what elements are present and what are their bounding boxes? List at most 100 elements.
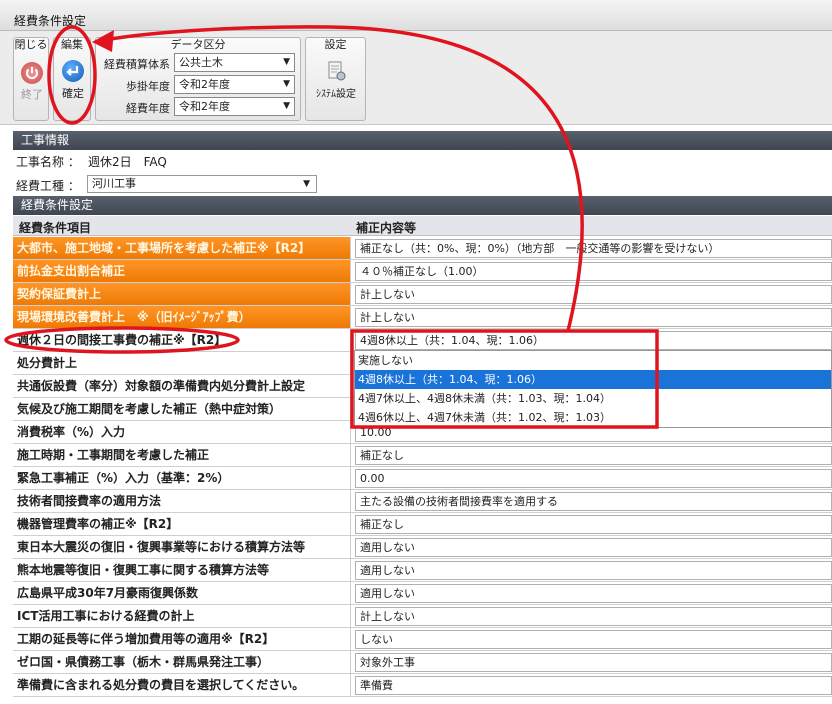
dropdown-option[interactable]: 4週7休以上、4週8休未満（共：1.03、現：1.04） <box>355 389 831 408</box>
condition-label: 技術者間接費率の適用方法 <box>13 490 351 512</box>
condition-value-field[interactable]: 対象外工事 <box>355 653 832 672</box>
expense-year-select[interactable]: 令和2年度 ▼ <box>174 97 295 116</box>
condition-label: 前払金支出割合補正 <box>13 260 351 282</box>
column-item: 経費条件項目 <box>19 221 92 235</box>
condition-label: 広島県平成30年7月豪雨復興係数 <box>13 582 351 604</box>
table-row: 広島県平成30年7月豪雨復興係数 適用しない <box>13 582 832 605</box>
project-info-header: 工事情報 <box>13 131 832 150</box>
condition-label: 緊急工事補正（%）入力（基準：2%） <box>13 467 351 489</box>
condition-value-field[interactable]: 補正なし（共：0%、現：0%）（地方部 一般交通等の影響を受けない） <box>355 239 832 258</box>
dropdown-option[interactable]: 4週6休以上、4週7休未満（共：1.02、現：1.03） <box>355 408 831 427</box>
edit-group: 編集 確定 <box>53 37 91 121</box>
table-row: 機器管理費率の補正※【R2】 補正なし <box>13 513 832 536</box>
condition-label: 準備費に含まれる処分費の費目を選択してください。 <box>13 674 351 696</box>
condition-label: 消費税率（%）入力 <box>13 421 351 443</box>
condition-value-field[interactable]: 主たる設備の技術者間接費率を適用する <box>355 492 832 511</box>
settings-group: 設定 ｼｽﾃﾑ設定 <box>305 37 366 121</box>
condition-label: 東日本大震災の復旧・復興事業等における積算方法等 <box>13 536 351 558</box>
confirm-label: 確定 <box>62 87 84 100</box>
confirm-button[interactable]: 確定 <box>53 60 93 101</box>
table-row: 施工時期・工事期間を考慮した補正 補正なし <box>13 444 832 467</box>
project-name-value: 週休2日 FAQ <box>88 155 167 169</box>
chevron-down-icon: ▼ <box>283 79 290 89</box>
condition-value-field[interactable]: 補正なし <box>355 446 832 465</box>
condition-label: ゼロ国・県債務工事（栃木・群馬県発注工事） <box>13 651 351 673</box>
condition-value-field[interactable]: 適用しない <box>355 538 832 557</box>
dropdown-option[interactable]: 実施しない <box>355 351 831 370</box>
condition-value-field[interactable]: 計上しない <box>355 308 832 327</box>
dropdown-option-selected[interactable]: 4週8休以上（共：1.04、現：1.06） <box>355 370 831 389</box>
condition-value-field[interactable]: 計上しない <box>355 285 832 304</box>
expense-year-value: 令和2年度 <box>179 100 230 113</box>
table-row: 準備費に含まれる処分費の費目を選択してください。 準備費 <box>13 674 832 697</box>
expense-year-label: 経費年度 <box>126 102 170 115</box>
condition-label: 大都市、施工地域・工事場所を考慮した補正※【R2】 <box>13 237 351 259</box>
table-row: ICT活用工事における経費の計上 計上しない <box>13 605 832 628</box>
step-year-value: 令和2年度 <box>179 78 230 91</box>
table-row: 東日本大震災の復旧・復興事業等における積算方法等 適用しない <box>13 536 832 559</box>
chevron-down-icon: ▼ <box>283 57 290 67</box>
table-row: ゼロ国・県債務工事（栃木・群馬県発注工事） 対象外工事 <box>13 651 832 674</box>
data-category-title: データ区分 <box>170 38 226 51</box>
table-row: 週休２日の間接工事費の補正※【R2】 4週8休以上（共：1.04、現：1.06） <box>13 329 832 352</box>
condition-label: 気候及び施工期間を考慮した補正（熱中症対策） <box>13 398 351 420</box>
power-icon <box>21 62 43 84</box>
condition-label: 契約保証費計上 <box>13 283 351 305</box>
exit-label: 終了 <box>21 88 43 101</box>
table-row: 現場環境改善費計上 ※（旧ｲﾒｰｼﾞｱｯﾌﾟ費） 計上しない <box>13 306 832 329</box>
table-row: 技術者間接費率の適用方法 主たる設備の技術者間接費率を適用する <box>13 490 832 513</box>
condition-label: 週休２日の間接工事費の補正※【R2】 <box>13 329 351 351</box>
work-type-value: 河川工事 <box>92 177 136 190</box>
close-group: 閉じる 終了 <box>13 37 49 121</box>
project-name-label: 工事名称 ： <box>16 155 80 169</box>
table-row: 大都市、施工地域・工事場所を考慮した補正※【R2】 補正なし（共：0%、現：0%）… <box>13 237 832 260</box>
data-category-group: データ区分 経費積算体系 公共土木 ▼ 歩掛年度 令和2年度 ▼ 経費年度 令和2年… <box>95 37 301 121</box>
table-row: 契約保証費計上 計上しない <box>13 283 832 306</box>
column-value: 補正内容等 <box>356 221 417 235</box>
settings-group-title: 設定 <box>324 38 347 51</box>
toolbar: 閉じる 終了 編集 確定 データ区分 経費積算体系 公共土木 ▼ 歩掛年度 令和2… <box>0 31 832 125</box>
accounting-system-label: 経費積算体系 <box>104 58 170 71</box>
condition-value-field[interactable]: 0.00 <box>355 469 832 488</box>
condition-value-field[interactable]: 計上しない <box>355 607 832 626</box>
condition-label: 熊本地震等復旧・復興工事に関する積算方法等 <box>13 559 351 581</box>
chevron-down-icon: ▼ <box>303 179 310 189</box>
chevron-down-icon: ▼ <box>283 101 290 111</box>
accounting-system-select[interactable]: 公共土木 ▼ <box>174 53 295 72</box>
exit-button[interactable]: 終了 <box>12 62 52 102</box>
window-title: 経費条件設定 <box>14 14 87 28</box>
condition-label: 共通仮設費（率分）対象額の準備費内処分費計上設定 <box>13 375 351 397</box>
condition-label: ICT活用工事における経費の計上 <box>13 605 351 627</box>
condition-label: 機器管理費率の補正※【R2】 <box>13 513 351 535</box>
condition-label: 工期の延長等に伴う増加費用等の適用※【R2】 <box>13 628 351 650</box>
condition-value-field[interactable]: ４０％補正なし（1.00） <box>355 262 832 281</box>
conditions-table-header: 経費条件項目 補正内容等 <box>13 216 832 236</box>
table-row: 工期の延長等に伴う増加費用等の適用※【R2】 しない <box>13 628 832 651</box>
work-type-label: 経費工種 ： <box>16 179 80 193</box>
condition-value-field[interactable]: 適用しない <box>355 584 832 603</box>
table-row: 熊本地震等復旧・復興工事に関する積算方法等 適用しない <box>13 559 832 582</box>
condition-value-field[interactable]: 補正なし <box>355 515 832 534</box>
condition-value-field[interactable]: しない <box>355 630 832 649</box>
edit-group-title: 編集 <box>61 38 83 51</box>
work-type-select[interactable]: 河川工事 ▼ <box>87 175 317 193</box>
step-year-label: 歩掛年度 <box>126 80 170 93</box>
table-row: 前払金支出割合補正 ４０％補正なし（1.00） <box>13 260 832 283</box>
enter-icon <box>62 60 84 82</box>
accounting-system-value: 公共土木 <box>179 56 223 69</box>
table-row: 緊急工事補正（%）入力（基準：2%） 0.00 <box>13 467 832 490</box>
condition-label: 施工時期・工事期間を考慮した補正 <box>13 444 351 466</box>
condition-value-field[interactable]: 適用しない <box>355 561 832 580</box>
condition-value-field[interactable]: 準備費 <box>355 676 832 695</box>
week-off-dropdown-list: 実施しない 4週8休以上（共：1.04、現：1.06） 4週7休以上、4週8休未… <box>354 350 832 428</box>
condition-label: 処分費計上 <box>13 352 351 374</box>
step-year-select[interactable]: 令和2年度 ▼ <box>174 75 295 94</box>
window-titlebar: 経費条件設定 <box>0 0 832 31</box>
document-gear-icon <box>325 60 347 82</box>
conditions-header: 経費条件設定 <box>13 196 832 215</box>
system-settings-button[interactable]: ｼｽﾃﾑ設定 <box>306 60 366 100</box>
system-settings-label: ｼｽﾃﾑ設定 <box>316 89 356 100</box>
condition-value-field[interactable]: 4週8休以上（共：1.04、現：1.06） <box>355 331 832 350</box>
condition-label: 現場環境改善費計上 ※（旧ｲﾒｰｼﾞｱｯﾌﾟ費） <box>13 306 351 328</box>
close-group-title: 閉じる <box>14 38 48 51</box>
